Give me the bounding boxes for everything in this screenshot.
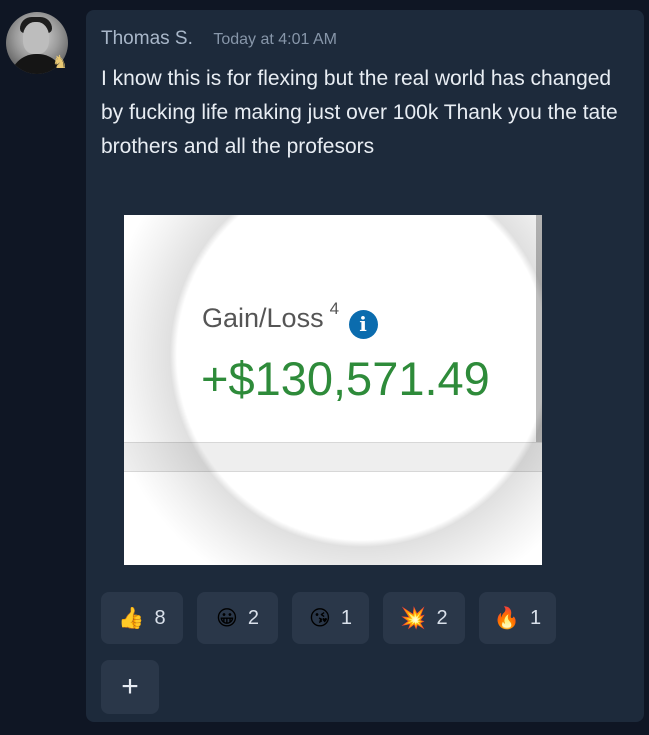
gain-loss-label-text: Gain/Loss: [202, 303, 324, 333]
grinning-face-icon: 😀: [215, 606, 238, 630]
fire-icon: 🔥: [493, 606, 521, 630]
message-text: I know this is for flexing but the real …: [101, 67, 618, 158]
message-header: Thomas S. Today at 4:01 AM: [101, 28, 337, 50]
username[interactable]: Thomas S.: [101, 28, 193, 49]
kissing-face-icon: 😘: [308, 606, 331, 630]
reaction-fire[interactable]: 🔥 1: [479, 592, 556, 644]
reaction-grinning-face[interactable]: 😀 2: [197, 592, 278, 644]
image-attachment[interactable]: Gain/Loss 4 i +$130,571.49: [124, 215, 542, 565]
gain-loss-value: +$130,571.49: [201, 352, 490, 405]
reaction-count: 2: [436, 606, 448, 629]
collision-icon: 💥: [400, 606, 427, 630]
reaction-count: 1: [530, 606, 542, 629]
reaction-count: 8: [154, 606, 166, 629]
reaction-collision[interactable]: 💥 2: [383, 592, 465, 644]
footnote-superscript: 4: [329, 299, 340, 318]
reaction-thumbs-up[interactable]: 👍 8: [101, 592, 183, 644]
gain-loss-label: Gain/Loss 4 i: [202, 299, 378, 339]
info-icon: i: [348, 310, 378, 339]
add-reaction-button[interactable]: +: [101, 660, 159, 714]
timestamp: Today at 4:01 AM: [213, 31, 337, 48]
reaction-kissing-face[interactable]: 😘 1: [292, 592, 369, 644]
thumbs-up-icon: 👍: [118, 606, 145, 630]
avatar-face: [23, 22, 49, 54]
reaction-count: 2: [247, 606, 260, 629]
reaction-count: 1: [340, 606, 353, 629]
message-card: Thomas S. Today at 4:01 AM I know this i…: [86, 10, 644, 722]
chess-knight-icon: ♞: [51, 52, 69, 72]
